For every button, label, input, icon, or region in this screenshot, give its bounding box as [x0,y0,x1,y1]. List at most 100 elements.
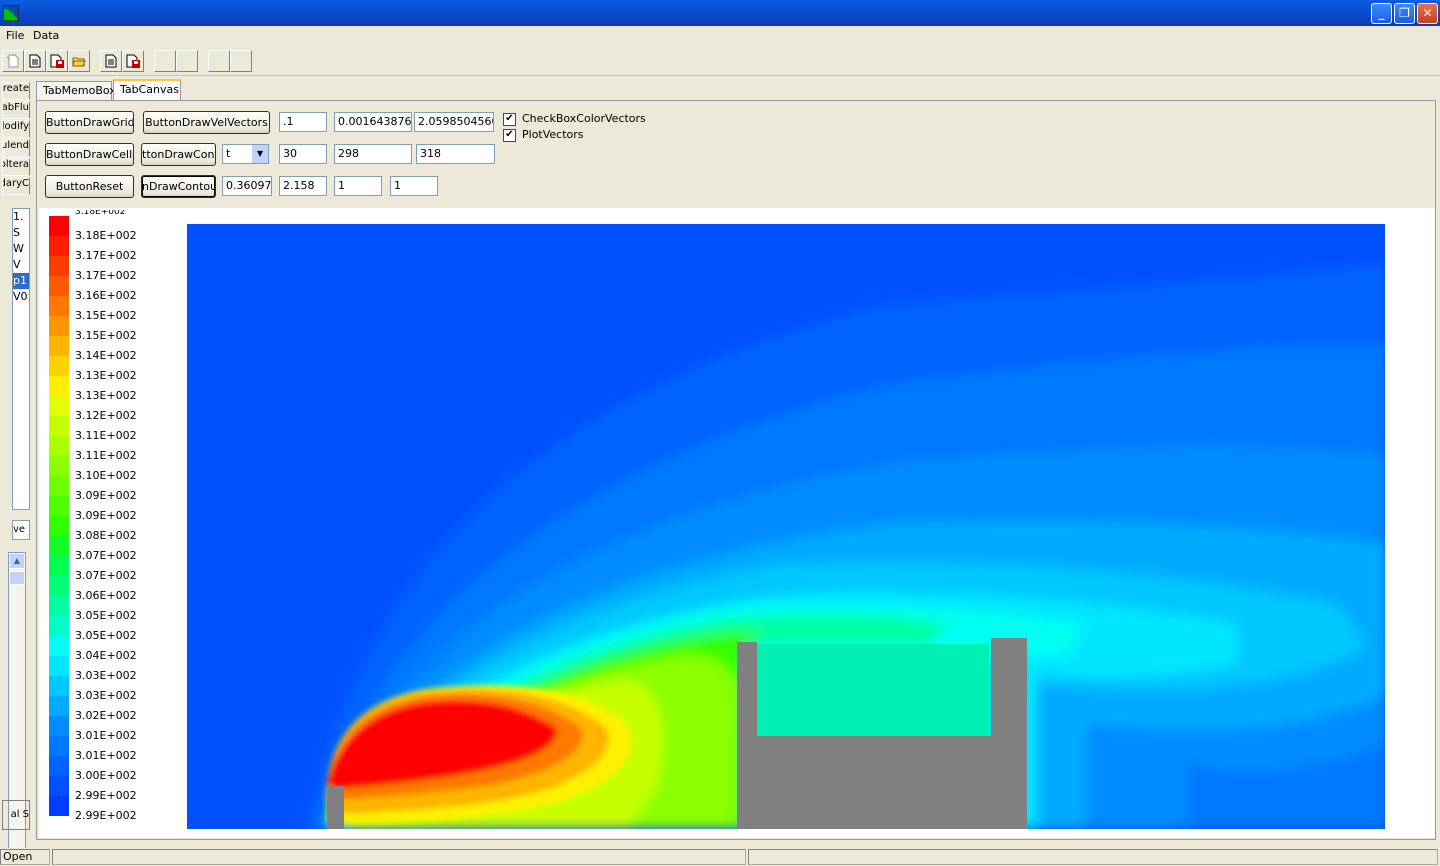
legend-label: 3.17E+002 [75,269,137,282]
legend-swatch [49,596,69,616]
legend-label: 2.99E+002 [75,789,137,802]
reset-button[interactable]: ButtonReset [45,175,134,198]
param-b-field[interactable]: 2.158 [279,176,327,196]
tab-memobox[interactable]: TabMemoBox [36,81,116,100]
draw-cells-button[interactable]: ButtonDrawCells [45,143,134,166]
scale-field[interactable]: .1 [279,112,327,132]
left-tab[interactable]: lodify [2,120,30,138]
list-item[interactable]: V0 [13,289,29,305]
legend-swatch [49,336,69,356]
range-max-field[interactable]: 318 [416,144,495,164]
left-edit[interactable]: ve [12,520,30,540]
open-button[interactable] [68,50,90,72]
restore-button[interactable]: ❐ [1394,3,1415,24]
levels-field[interactable]: 30 [279,144,327,164]
color-vectors-checkbox[interactable]: ✔ CheckBoxColorVectors [503,112,646,126]
save2-button[interactable] [122,50,144,72]
legend-swatch [49,396,69,416]
legend-label: 3.08E+002 [75,529,137,542]
param-d-field[interactable]: 1 [390,176,438,196]
list-item[interactable]: V [13,257,29,273]
left-tab[interactable]: ulend [2,139,30,157]
save-button[interactable] [46,50,68,72]
open-folder-icon [72,57,86,67]
legend-label: 3.15E+002 [75,329,137,342]
new-file-button[interactable] [24,50,46,72]
document-icon [29,54,41,68]
list-item[interactable]: .1 [13,209,29,225]
scroll-up-icon[interactable]: ▲ [9,553,25,569]
legend-label: 2.99E+002 [75,809,137,822]
status-panel-left: Open [0,849,50,865]
draw-contour-button[interactable]: ttonDrawContc [141,143,216,166]
scroll-thumb[interactable] [9,571,25,585]
toolbar-blank-button[interactable] [208,50,230,72]
legend-swatch [49,716,69,736]
legend-swatch [49,516,69,536]
legend-label: 3.00E+002 [75,769,137,782]
toolbar-blank-button[interactable] [230,50,252,72]
obstacle-post [327,786,344,829]
chevron-down-icon[interactable]: ▼ [252,145,268,163]
legend-label: 3.03E+002 [75,689,137,702]
legend-label: 3.16E+002 [75,289,137,302]
toolbar [0,45,1440,76]
left-tab[interactable]: daryC [2,177,30,195]
left-tab[interactable]: abFlu [2,101,30,119]
legend-swatch [49,316,69,336]
left-tab[interactable]: reate [2,82,30,100]
draw-contour-2-button[interactable]: nDrawContour [141,175,216,198]
param-c-field[interactable]: 1 [334,176,382,196]
param-a-field[interactable]: 0.36097 [222,176,272,196]
tab-canvas[interactable]: TabCanvas [113,79,181,101]
variable-combo[interactable]: t ▼ [222,144,269,164]
legend-swatch [49,756,69,776]
document2-button[interactable] [100,50,122,72]
room-fill [757,644,989,736]
legend-label: 3.14E+002 [75,349,137,362]
list-item[interactable]: W [13,241,29,257]
plot-canvas[interactable]: 3.18E+002 3.18E+002 3.17E+002 3.17E+002 … [39,208,1435,838]
max-value-field[interactable]: 2.0598504560 [414,112,494,132]
list-item-selected[interactable]: p1 [13,273,29,289]
title-bar: _ ❐ ✕ [0,0,1440,26]
minimize-button[interactable]: _ [1371,3,1392,24]
checkbox-check-icon[interactable]: ✔ [503,128,516,142]
legend-label: 3.07E+002 [75,569,137,582]
status-bar: Open [0,848,1440,866]
min-value-field[interactable]: 0.0016438766 [334,112,412,132]
left-bottom-tab[interactable]: al S [2,800,30,830]
legend-swatch [49,276,69,296]
toolbar-blank-button[interactable] [154,50,176,72]
menu-file[interactable]: File [6,29,24,42]
plot-vectors-checkbox[interactable]: ✔ PlotVectors [503,128,584,142]
legend-label: 3.11E+002 [75,449,137,462]
variable-list[interactable]: .1 S W V p1 V0 [12,208,30,510]
legend-swatch [49,636,69,656]
legend-label: 3.07E+002 [75,549,137,562]
combo-value: t [226,147,231,160]
legend-label: 3.01E+002 [75,729,137,742]
toolbar-blank-button[interactable] [176,50,198,72]
close-button[interactable]: ✕ [1417,3,1438,24]
checkbox-check-icon[interactable]: ✔ [503,112,516,126]
legend-top-label: 3.18E+002 [75,210,126,216]
legend-swatch [49,496,69,516]
legend-label: 3.01E+002 [75,749,137,762]
legend-swatch [49,476,69,496]
range-min-field[interactable]: 298 [334,144,412,164]
draw-velvectors-button[interactable]: ButtonDrawVelVectors [143,111,270,134]
legend-label: 3.17E+002 [75,249,137,262]
legend-label: 3.09E+002 [75,509,137,522]
draw-grid-button[interactable]: ButtonDrawGrid [45,111,134,134]
legend-label: 3.10E+002 [75,469,137,482]
list-item[interactable]: S [13,225,29,241]
legend-label: 3.18E+002 [75,229,137,242]
legend-label: 3.09E+002 [75,489,137,502]
legend-label: 3.05E+002 [75,609,137,622]
new-project-button[interactable] [2,50,24,72]
left-tab[interactable]: oltera [2,158,30,176]
legend-swatch [49,256,69,276]
menu-data[interactable]: Data [33,29,59,42]
legend-label: 3.03E+002 [75,669,137,682]
